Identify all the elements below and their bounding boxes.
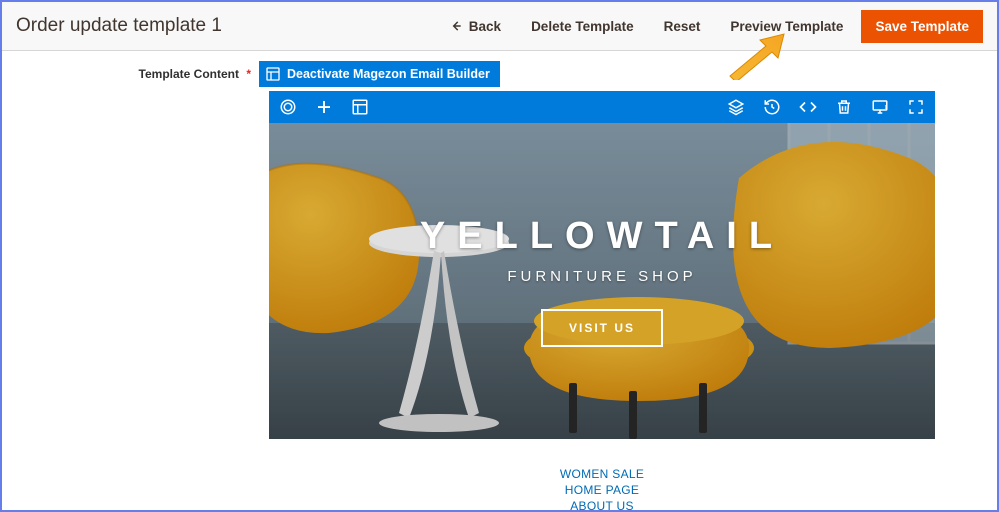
link-women-sale[interactable]: WOMEN SALE: [560, 467, 644, 481]
trash-icon[interactable]: [835, 98, 853, 116]
footer-links: WOMEN SALE HOME PAGE ABOUT US: [269, 467, 935, 512]
preview-label: Preview Template: [730, 19, 843, 34]
save-label: Save Template: [875, 19, 969, 34]
layout-tool-icon[interactable]: [351, 98, 369, 116]
deactivate-label: Deactivate Magezon Email Builder: [287, 67, 490, 81]
delete-template-button[interactable]: Delete Template: [519, 11, 646, 42]
history-icon[interactable]: [763, 98, 781, 116]
visit-us-label: VISIT US: [569, 321, 635, 335]
arrow-left-icon: [449, 19, 463, 33]
save-template-button[interactable]: Save Template: [861, 10, 983, 43]
required-asterisk: *: [246, 67, 251, 81]
logo-icon[interactable]: [279, 98, 297, 116]
visit-us-button[interactable]: VISIT US: [541, 309, 663, 347]
layers-icon[interactable]: [727, 98, 745, 116]
plus-icon[interactable]: [315, 98, 333, 116]
deactivate-builder-button[interactable]: Deactivate Magezon Email Builder: [259, 61, 500, 87]
delete-label: Delete Template: [531, 19, 634, 34]
template-content-field: Template Content * Deactivate Magezon Em…: [2, 51, 997, 87]
page-title: Order update template 1: [16, 15, 222, 37]
back-label: Back: [469, 19, 501, 34]
hero-subtitle: FURNITURE SHOP: [507, 268, 696, 285]
reset-button[interactable]: Reset: [652, 11, 713, 42]
hero-section: YELLOWTAIL FURNITURE SHOP VISIT US: [269, 123, 935, 439]
back-button[interactable]: Back: [437, 11, 513, 42]
field-label: Template Content *: [16, 61, 251, 81]
preview-template-button[interactable]: Preview Template: [718, 11, 855, 42]
email-builder: YELLOWTAIL FURNITURE SHOP VISIT US WOMEN…: [269, 91, 935, 512]
builder-toolbar: [269, 91, 935, 123]
link-home-page[interactable]: HOME PAGE: [565, 483, 640, 497]
code-icon[interactable]: [799, 98, 817, 116]
desktop-icon[interactable]: [871, 98, 889, 116]
field-label-text: Template Content: [139, 67, 239, 81]
link-about-us[interactable]: ABOUT US: [570, 499, 634, 512]
fullscreen-icon[interactable]: [907, 98, 925, 116]
hero-title: YELLOWTAIL: [420, 215, 784, 258]
page-header: Order update template 1 Back Delete Temp…: [2, 2, 997, 51]
layout-icon: [265, 66, 281, 82]
reset-label: Reset: [664, 19, 701, 34]
